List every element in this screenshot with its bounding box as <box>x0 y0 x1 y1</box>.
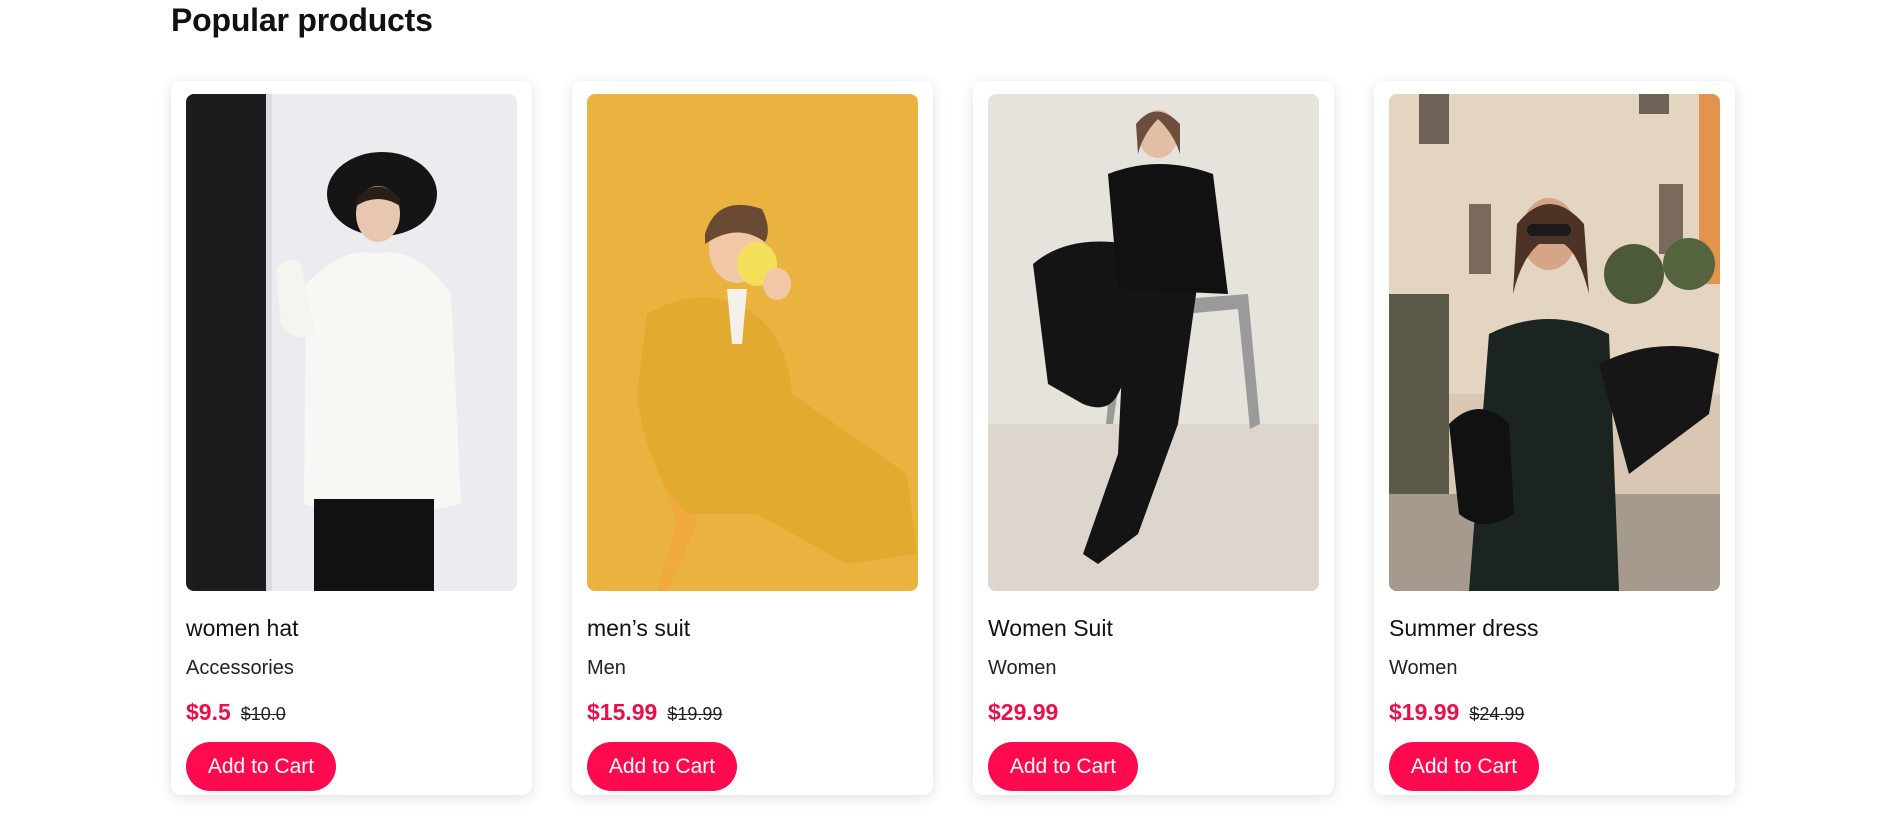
price-row: $19.99 $24.99 <box>1389 699 1524 726</box>
product-price: $19.99 <box>1389 699 1460 725</box>
product-old-price: $10.0 <box>240 704 286 724</box>
product-old-price: $24.99 <box>1469 704 1525 724</box>
product-name[interactable]: Summer dress <box>1389 615 1539 642</box>
price-row: $9.5 $10.0 <box>186 699 286 726</box>
product-old-price: $19.99 <box>667 704 723 724</box>
product-card: Women Suit Women $29.99 Add to Cart <box>973 81 1334 795</box>
add-to-cart-button[interactable]: Add to Cart <box>988 742 1138 791</box>
price-row: $29.99 <box>988 699 1058 726</box>
product-category: Women <box>988 657 1057 679</box>
product-image[interactable] <box>988 94 1319 591</box>
add-to-cart-button[interactable]: Add to Cart <box>186 742 336 791</box>
product-name[interactable]: women hat <box>186 615 299 642</box>
product-grid: women hat Accessories $9.5 $10.0 Add to … <box>171 81 1735 795</box>
add-to-cart-button[interactable]: Add to Cart <box>1389 742 1539 791</box>
product-category: Men <box>587 657 626 679</box>
section-title: Popular products <box>171 2 433 38</box>
price-row: $15.99 $19.99 <box>587 699 722 726</box>
product-category: Women <box>1389 657 1458 679</box>
product-name[interactable]: Women Suit <box>988 615 1113 642</box>
product-card: women hat Accessories $9.5 $10.0 Add to … <box>171 81 532 795</box>
product-card: men’s suit Men $15.99 $19.99 Add to Cart <box>572 81 933 795</box>
product-category: Accessories <box>186 657 294 679</box>
product-price: $9.5 <box>186 699 231 725</box>
product-image[interactable] <box>186 94 517 591</box>
product-image[interactable] <box>1389 94 1720 591</box>
product-price: $29.99 <box>988 699 1059 725</box>
product-name[interactable]: men’s suit <box>587 615 690 642</box>
product-image[interactable] <box>587 94 918 591</box>
product-card: Summer dress Women $19.99 $24.99 Add to … <box>1374 81 1735 795</box>
product-price: $15.99 <box>587 699 658 725</box>
add-to-cart-button[interactable]: Add to Cart <box>587 742 737 791</box>
